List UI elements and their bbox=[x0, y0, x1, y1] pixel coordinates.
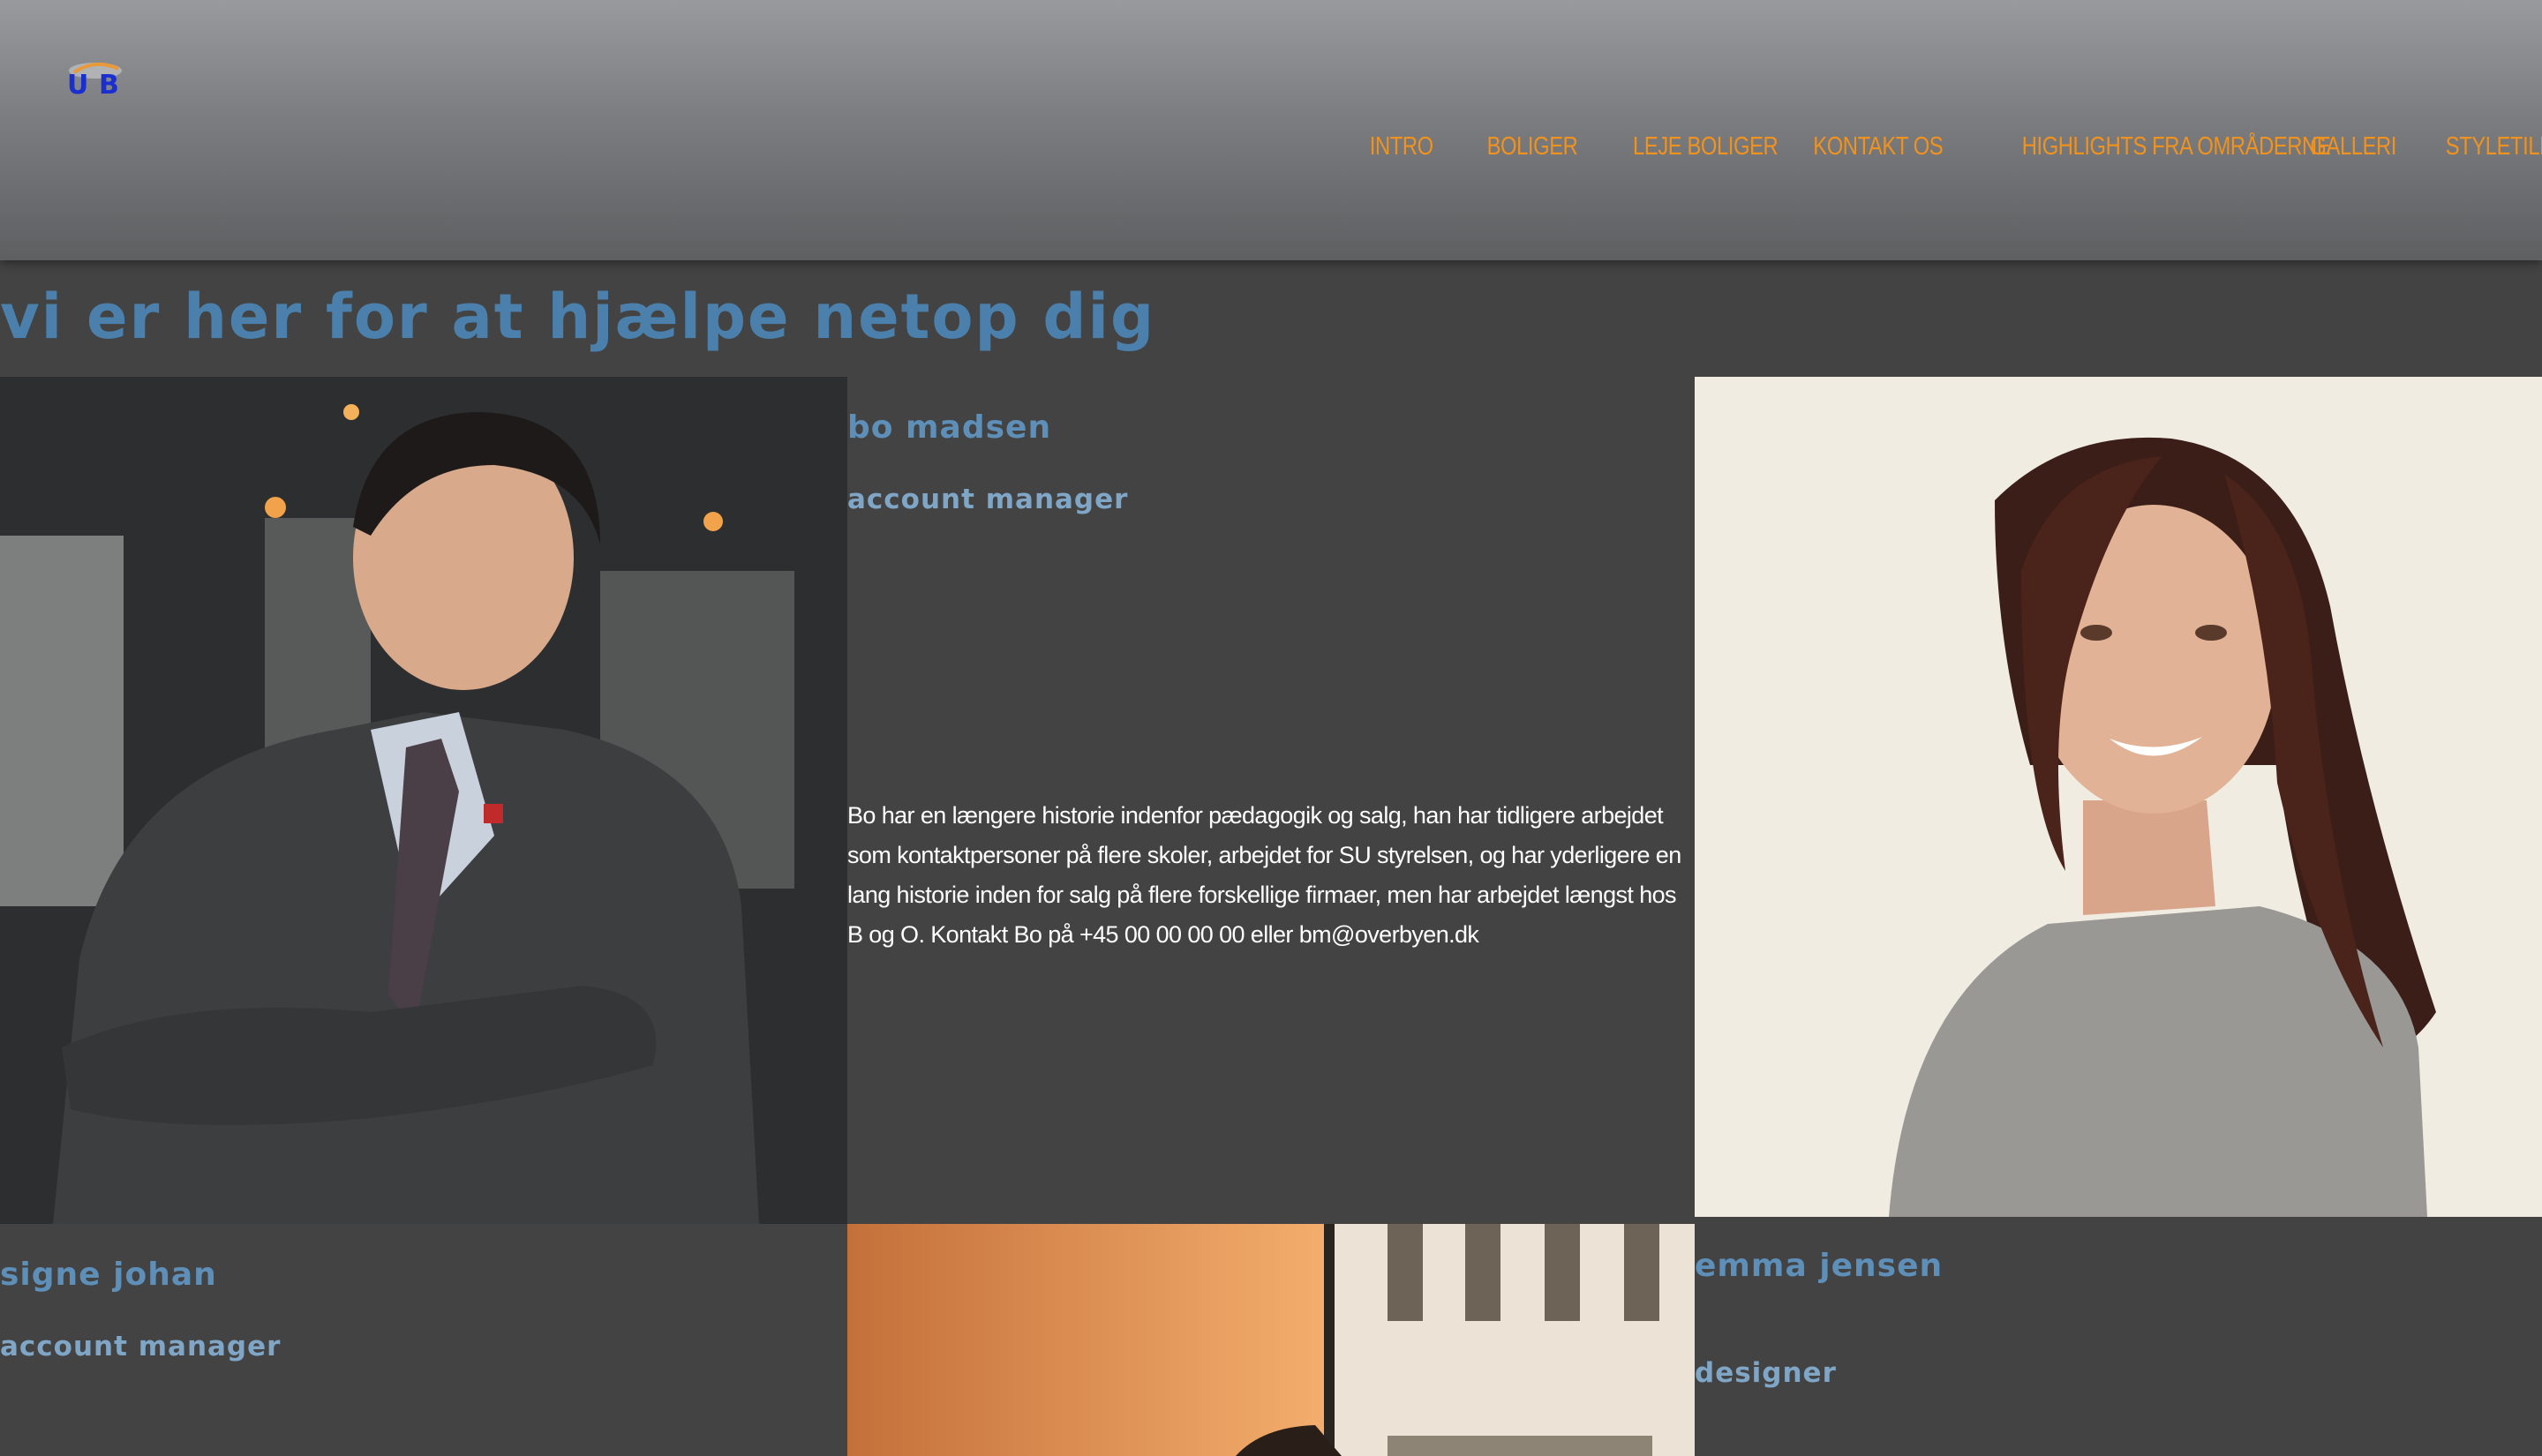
person-role-bo: Account Manager bbox=[847, 484, 1129, 515]
nav-item-leje-boliger[interactable]: LEJE BOLIGER bbox=[1633, 132, 1779, 161]
person-name-signe: Signe Johan bbox=[0, 1257, 217, 1293]
emma-jensen-photo bbox=[1695, 377, 2542, 1217]
person-bio-bo: Bo har en længere historie indenfor pæda… bbox=[847, 802, 1681, 948]
nav-item-styletile[interactable]: STYLETILE bbox=[2446, 132, 2542, 161]
nav-item-highlights[interactable]: HIGHLIGHTS FRA OMRÅDERNE bbox=[2022, 132, 2331, 161]
svg-text:U: U bbox=[67, 70, 88, 95]
logo-icon[interactable]: U B bbox=[64, 56, 127, 95]
bo-madsen-photo bbox=[0, 377, 847, 1224]
site-header: U B INTRO BOLIGER LEJE BOLIGER KONTAKT O… bbox=[0, 0, 2542, 260]
nav-item-galleri[interactable]: GALLERI bbox=[2310, 132, 2396, 161]
person-name-emma: Emma Jensen bbox=[1695, 1248, 1944, 1284]
signe-johan-photo bbox=[847, 1224, 1695, 1456]
nav-item-boliger[interactable]: BOLIGER bbox=[1487, 132, 1578, 161]
nav-item-kontakt-os[interactable]: KONTAKT OS bbox=[1813, 132, 1943, 161]
person-role-emma: Designer bbox=[1695, 1357, 1837, 1389]
person-name-bo: Bo Madsen bbox=[847, 409, 1052, 446]
person-role-signe: Account Manager bbox=[0, 1331, 282, 1362]
page-title: Vi er her for at hjælpe netop dig bbox=[0, 281, 1156, 353]
svg-text:B: B bbox=[99, 70, 119, 95]
nav-item-intro[interactable]: INTRO bbox=[1370, 132, 1433, 161]
